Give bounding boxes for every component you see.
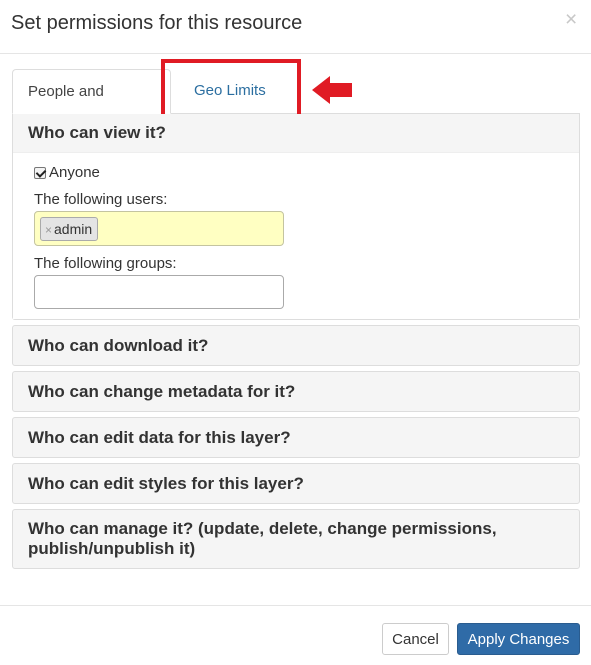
panel-manage-heading-line1: Who can manage it? (update, delete, chan…	[28, 519, 497, 538]
panel-edit-styles: Who can edit styles for this layer?	[12, 463, 580, 504]
panel-edit-data-heading[interactable]: Who can edit data for this layer?	[13, 418, 579, 458]
left-arrow-icon	[312, 76, 352, 104]
panel-download: Who can download it?	[12, 325, 580, 366]
tab-people-and-groups[interactable]: People and Groups	[12, 69, 171, 144]
user-tag-label: admin	[54, 221, 93, 237]
anyone-label: Anyone	[49, 164, 100, 181]
panel-view-heading[interactable]: Who can view it?	[13, 114, 579, 153]
panel-manage-heading[interactable]: Who can manage it? (update, delete, chan…	[13, 510, 579, 568]
panel-view: Who can view it? Anyone The following us…	[12, 114, 580, 320]
modal-footer: Cancel Apply Changes	[0, 605, 591, 665]
users-input[interactable]: × admin	[34, 211, 284, 246]
panel-metadata: Who can change metadata for it?	[12, 371, 580, 412]
modal-title: Set permissions for this resource	[11, 12, 303, 34]
user-tag: × admin	[40, 217, 99, 241]
groups-label: The following groups:	[34, 255, 177, 272]
users-label: The following users:	[34, 191, 168, 208]
tag-remove-icon[interactable]: ×	[45, 223, 52, 237]
panel-view-body: Anyone The following users: × admin The f…	[13, 153, 579, 319]
panel-edit-data: Who can edit data for this layer?	[12, 417, 580, 458]
highlight-box-annotation	[161, 59, 301, 121]
panel-manage: Who can manage it? (update, delete, chan…	[12, 509, 580, 569]
groups-input[interactable]	[34, 275, 284, 309]
cancel-button[interactable]: Cancel	[382, 623, 449, 655]
anyone-checkbox[interactable]	[34, 167, 46, 179]
close-icon[interactable]: ×	[565, 8, 577, 32]
panel-metadata-heading[interactable]: Who can change metadata for it?	[13, 372, 579, 412]
apply-changes-button[interactable]: Apply Changes	[457, 623, 580, 655]
panel-edit-styles-heading[interactable]: Who can edit styles for this layer?	[13, 464, 579, 504]
modal-header: Set permissions for this resource ×	[0, 0, 591, 54]
panel-download-heading[interactable]: Who can download it?	[13, 326, 579, 366]
panel-manage-heading-line2: publish/unpublish it)	[28, 539, 196, 558]
